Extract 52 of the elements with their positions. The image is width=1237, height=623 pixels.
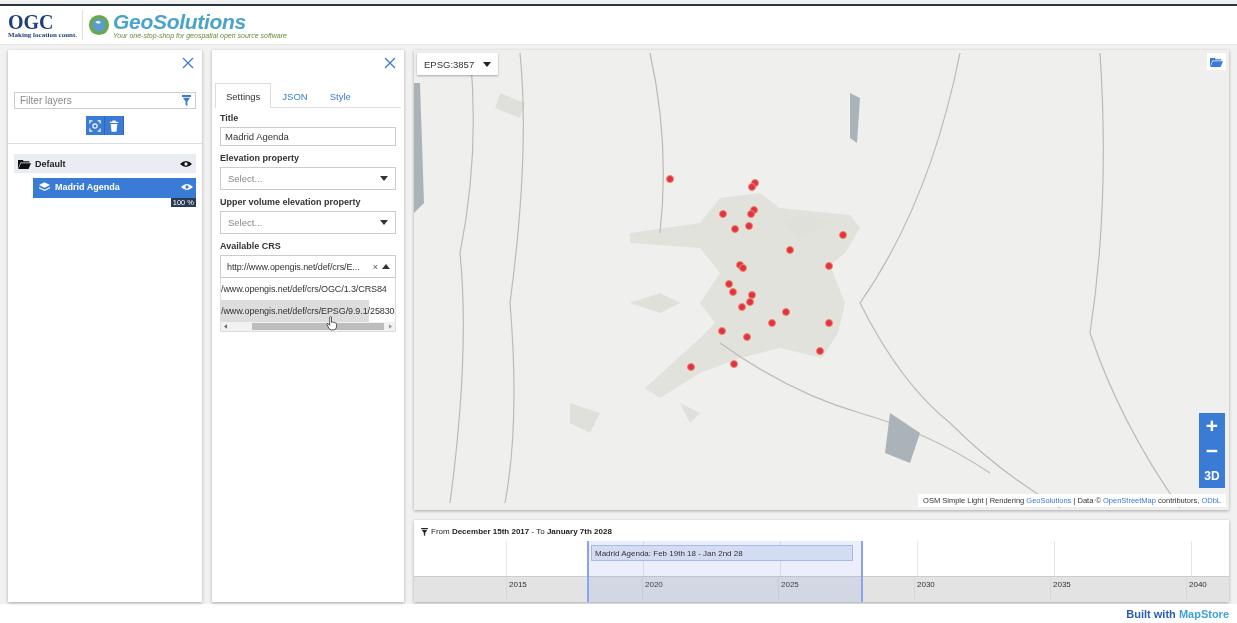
caret-icon [380,220,388,225]
year-label: 2020 [642,577,778,602]
year-label: 2030 [914,577,1050,602]
field-label: Elevation property [220,153,301,163]
field-label: Title [220,113,240,123]
scroll-right-icon[interactable] [389,324,392,329]
dropdown-option[interactable]: /www.opengis.net/def/crs/EPSG/9.9.1/25830 [221,300,395,322]
crs-select-field[interactable]: http://www.opengis.net/def/crs/E... × [220,255,396,278]
eye-icon[interactable] [180,159,192,168]
caret-icon [382,264,390,269]
open-folder-button[interactable] [1207,53,1226,70]
select-field[interactable]: Select... [220,167,396,190]
brand-logo: GeoSolutions [113,11,247,32]
filter-icon [421,527,428,536]
field-label: Upper volume elevation property [220,197,362,207]
zoom-to-extent-button[interactable] [86,116,105,135]
title-field[interactable]: Madrid Agenda [220,127,396,146]
year-label: 2015 [506,577,642,602]
select-field[interactable]: Select... [220,211,396,234]
horizontal-scrollbar[interactable] [221,322,395,331]
zoom-out-button[interactable]: − [1199,438,1225,463]
dropdown-option[interactable]: /www.opengis.net/def/crs/OGC/1.3/CRS84 [221,278,395,300]
layer-item[interactable]: Madrid Agenda [33,178,196,195]
tab[interactable]: Settings [215,83,272,108]
field-label: Available CRS [220,241,282,251]
folder-icon [1210,56,1223,67]
globe-icon [88,14,111,36]
timeline-item[interactable]: Madrid Agenda: Feb 19th 18 - Jan 2nd 28 [591,545,853,561]
caret-icon [380,176,388,181]
scroll-left-icon[interactable] [224,324,227,329]
trash-icon [109,119,119,132]
zoom-in-button[interactable]: + [1199,413,1225,438]
year-label: 2035 [1050,577,1186,602]
caret-icon [483,61,492,67]
3d-button[interactable]: 3D [1199,463,1225,488]
year-label: 2025 [778,577,914,602]
year-label: 2040 [1186,577,1237,602]
built-with-label[interactable]: Built with MapStore [1126,607,1229,620]
layer-group[interactable]: Default [14,154,196,173]
zoom-extent-icon [89,119,101,132]
filter-icon [182,95,191,106]
delete-button[interactable] [105,116,124,135]
tab[interactable]: Style [318,83,362,108]
layers-icon [39,181,50,192]
tab[interactable]: JSON [271,83,319,108]
folder-icon [18,158,31,169]
close-icon[interactable] [384,57,396,69]
hand-cursor-icon [326,316,337,331]
close-icon[interactable] [182,57,194,69]
crs-selector[interactable]: EPSG:3857 [417,53,499,75]
time-range-label: From December 15th 2017 - To January 7th 2028 [431,527,612,536]
filter-field[interactable]: Filter layers [14,92,196,109]
